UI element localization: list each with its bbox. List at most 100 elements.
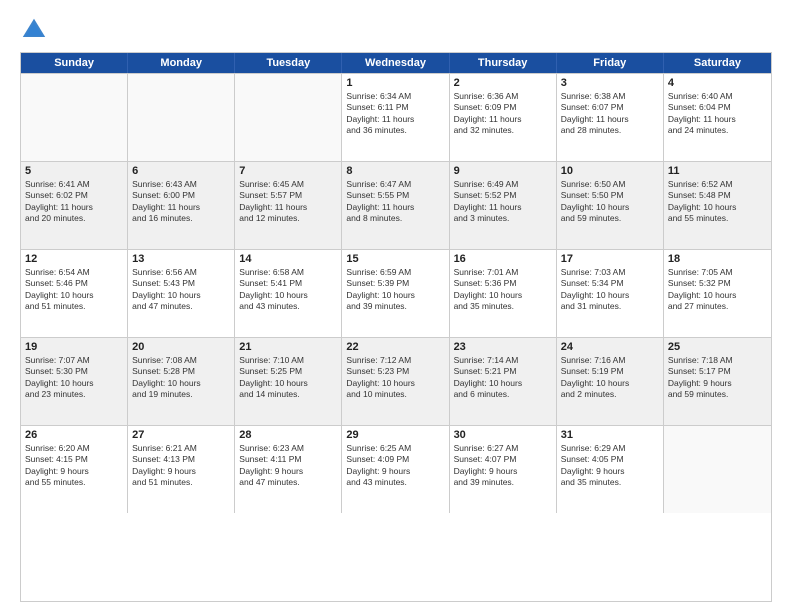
calendar-cell: [235, 74, 342, 161]
calendar-cell: 21 Sunrise: 7:10 AM Sunset: 5:25 PM Dayli…: [235, 338, 342, 425]
cell-text: Sunrise: 7:16 AM Sunset: 5:19 PM Dayligh…: [561, 355, 659, 401]
day-number: 6: [132, 165, 230, 177]
calendar-cell: 29 Sunrise: 6:25 AM Sunset: 4:09 PM Dayli…: [342, 426, 449, 513]
cell-text: Sunrise: 7:10 AM Sunset: 5:25 PM Dayligh…: [239, 355, 337, 401]
calendar-cell: 23 Sunrise: 7:14 AM Sunset: 5:21 PM Dayli…: [450, 338, 557, 425]
cell-text: Sunrise: 7:03 AM Sunset: 5:34 PM Dayligh…: [561, 267, 659, 313]
day-number: 4: [668, 77, 767, 89]
cell-text: Sunrise: 7:05 AM Sunset: 5:32 PM Dayligh…: [668, 267, 767, 313]
day-number: 5: [25, 165, 123, 177]
cell-text: Sunrise: 6:59 AM Sunset: 5:39 PM Dayligh…: [346, 267, 444, 313]
header: [20, 16, 772, 44]
day-number: 13: [132, 253, 230, 265]
day-number: 31: [561, 429, 659, 441]
calendar-cell: 15 Sunrise: 6:59 AM Sunset: 5:39 PM Dayli…: [342, 250, 449, 337]
calendar-body: 1Sunrise: 6:34 AM Sunset: 6:11 PM Daylig…: [21, 73, 771, 601]
day-number: 28: [239, 429, 337, 441]
day-number: 8: [346, 165, 444, 177]
cell-text: Sunrise: 6:47 AM Sunset: 5:55 PM Dayligh…: [346, 179, 444, 225]
cell-text: Sunrise: 7:18 AM Sunset: 5:17 PM Dayligh…: [668, 355, 767, 401]
calendar-cell: 24 Sunrise: 7:16 AM Sunset: 5:19 PM Dayli…: [557, 338, 664, 425]
cell-text: Sunrise: 6:36 AM Sunset: 6:09 PM Dayligh…: [454, 91, 552, 137]
calendar-cell: [21, 74, 128, 161]
calendar-cell: 22 Sunrise: 7:12 AM Sunset: 5:23 PM Dayli…: [342, 338, 449, 425]
day-number: 30: [454, 429, 552, 441]
cell-text: Sunrise: 6:27 AM Sunset: 4:07 PM Dayligh…: [454, 443, 552, 489]
cell-text: Sunrise: 6:54 AM Sunset: 5:46 PM Dayligh…: [25, 267, 123, 313]
cell-text: Sunrise: 6:29 AM Sunset: 4:05 PM Dayligh…: [561, 443, 659, 489]
calendar-cell: 16 Sunrise: 7:01 AM Sunset: 5:36 PM Dayli…: [450, 250, 557, 337]
calendar-cell: 18 Sunrise: 7:05 AM Sunset: 5:32 PM Dayli…: [664, 250, 771, 337]
calendar-cell: 4 Sunrise: 6:40 AM Sunset: 6:04 PM Daylig…: [664, 74, 771, 161]
cell-text: Sunrise: 6:43 AM Sunset: 6:00 PM Dayligh…: [132, 179, 230, 225]
day-header-sunday: Sunday: [21, 53, 128, 73]
day-number: 2: [454, 77, 552, 89]
day-number: 21: [239, 341, 337, 353]
cell-text: Sunrise: 7:12 AM Sunset: 5:23 PM Dayligh…: [346, 355, 444, 401]
day-number: 14: [239, 253, 337, 265]
calendar-cell: 11Sunrise: 6:52 AM Sunset: 5:48 PM Dayli…: [664, 162, 771, 249]
calendar: SundayMondayTuesdayWednesdayThursdayFrid…: [20, 52, 772, 602]
day-number: 24: [561, 341, 659, 353]
day-number: 15: [346, 253, 444, 265]
logo: [20, 16, 52, 44]
calendar-cell: 1Sunrise: 6:34 AM Sunset: 6:11 PM Daylig…: [342, 74, 449, 161]
calendar-cell: 3Sunrise: 6:38 AM Sunset: 6:07 PM Daylig…: [557, 74, 664, 161]
day-number: 9: [454, 165, 552, 177]
cell-text: Sunrise: 6:52 AM Sunset: 5:48 PM Dayligh…: [668, 179, 767, 225]
calendar-cell: 7 Sunrise: 6:45 AM Sunset: 5:57 PM Daylig…: [235, 162, 342, 249]
day-number: 25: [668, 341, 767, 353]
cell-text: Sunrise: 7:07 AM Sunset: 5:30 PM Dayligh…: [25, 355, 123, 401]
day-number: 23: [454, 341, 552, 353]
calendar-row: 5 Sunrise: 6:41 AM Sunset: 6:02 PM Daylig…: [21, 161, 771, 249]
calendar-cell: 19 Sunrise: 7:07 AM Sunset: 5:30 PM Dayli…: [21, 338, 128, 425]
page: SundayMondayTuesdayWednesdayThursdayFrid…: [0, 0, 792, 612]
cell-text: Sunrise: 7:01 AM Sunset: 5:36 PM Dayligh…: [454, 267, 552, 313]
day-number: 18: [668, 253, 767, 265]
cell-text: Sunrise: 6:58 AM Sunset: 5:41 PM Dayligh…: [239, 267, 337, 313]
calendar-cell: 6 Sunrise: 6:43 AM Sunset: 6:00 PM Daylig…: [128, 162, 235, 249]
day-number: 20: [132, 341, 230, 353]
calendar-cell: 5 Sunrise: 6:41 AM Sunset: 6:02 PM Daylig…: [21, 162, 128, 249]
day-number: 17: [561, 253, 659, 265]
calendar-cell: 27 Sunrise: 6:21 AM Sunset: 4:13 PM Dayli…: [128, 426, 235, 513]
cell-text: Sunrise: 6:20 AM Sunset: 4:15 PM Dayligh…: [25, 443, 123, 489]
cell-text: Sunrise: 7:08 AM Sunset: 5:28 PM Dayligh…: [132, 355, 230, 401]
day-number: 7: [239, 165, 337, 177]
calendar-row: 19 Sunrise: 7:07 AM Sunset: 5:30 PM Dayli…: [21, 337, 771, 425]
cell-text: Sunrise: 6:25 AM Sunset: 4:09 PM Dayligh…: [346, 443, 444, 489]
cell-text: Sunrise: 6:41 AM Sunset: 6:02 PM Dayligh…: [25, 179, 123, 225]
calendar-cell: 28Sunrise: 6:23 AM Sunset: 4:11 PM Dayli…: [235, 426, 342, 513]
day-number: 12: [25, 253, 123, 265]
calendar-cell: 25 Sunrise: 7:18 AM Sunset: 5:17 PM Dayli…: [664, 338, 771, 425]
day-number: 27: [132, 429, 230, 441]
calendar-row: 1Sunrise: 6:34 AM Sunset: 6:11 PM Daylig…: [21, 73, 771, 161]
calendar-cell: 26 Sunrise: 6:20 AM Sunset: 4:15 PM Dayli…: [21, 426, 128, 513]
cell-text: Sunrise: 6:45 AM Sunset: 5:57 PM Dayligh…: [239, 179, 337, 225]
day-number: 26: [25, 429, 123, 441]
calendar-cell: 31 Sunrise: 6:29 AM Sunset: 4:05 PM Dayli…: [557, 426, 664, 513]
day-header-friday: Friday: [557, 53, 664, 73]
calendar-cell: 20 Sunrise: 7:08 AM Sunset: 5:28 PM Dayli…: [128, 338, 235, 425]
calendar-cell: 8 Sunrise: 6:47 AM Sunset: 5:55 PM Daylig…: [342, 162, 449, 249]
day-number: 19: [25, 341, 123, 353]
cell-text: Sunrise: 6:56 AM Sunset: 5:43 PM Dayligh…: [132, 267, 230, 313]
calendar-cell: 14 Sunrise: 6:58 AM Sunset: 5:41 PM Dayli…: [235, 250, 342, 337]
day-number: 29: [346, 429, 444, 441]
cell-text: Sunrise: 6:40 AM Sunset: 6:04 PM Dayligh…: [668, 91, 767, 137]
calendar-cell: [128, 74, 235, 161]
cell-text: Sunrise: 6:38 AM Sunset: 6:07 PM Dayligh…: [561, 91, 659, 137]
calendar-cell: 12 Sunrise: 6:54 AM Sunset: 5:46 PM Dayli…: [21, 250, 128, 337]
cell-text: Sunrise: 6:21 AM Sunset: 4:13 PM Dayligh…: [132, 443, 230, 489]
calendar-cell: 9Sunrise: 6:49 AM Sunset: 5:52 PM Daylig…: [450, 162, 557, 249]
day-header-monday: Monday: [128, 53, 235, 73]
calendar-cell: 13 Sunrise: 6:56 AM Sunset: 5:43 PM Dayli…: [128, 250, 235, 337]
day-number: 16: [454, 253, 552, 265]
calendar-header: SundayMondayTuesdayWednesdayThursdayFrid…: [21, 53, 771, 73]
calendar-row: 12 Sunrise: 6:54 AM Sunset: 5:46 PM Dayli…: [21, 249, 771, 337]
calendar-row: 26 Sunrise: 6:20 AM Sunset: 4:15 PM Dayli…: [21, 425, 771, 513]
day-header-wednesday: Wednesday: [342, 53, 449, 73]
day-header-saturday: Saturday: [664, 53, 771, 73]
cell-text: Sunrise: 7:14 AM Sunset: 5:21 PM Dayligh…: [454, 355, 552, 401]
day-number: 22: [346, 341, 444, 353]
